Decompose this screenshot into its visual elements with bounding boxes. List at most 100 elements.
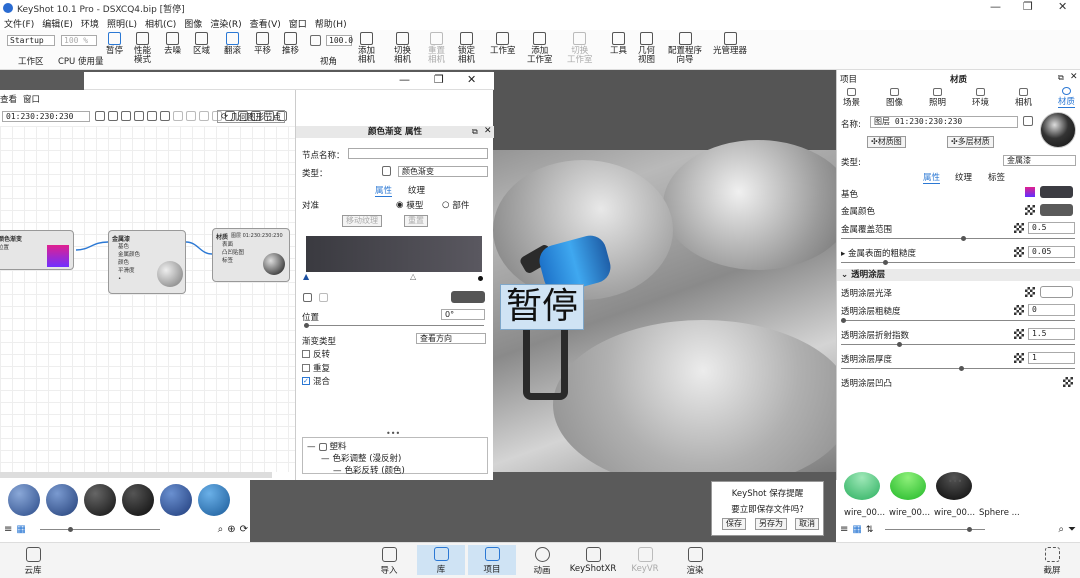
adjust-icon[interactable]	[147, 111, 157, 121]
window-minimize-button[interactable]: —	[399, 73, 410, 86]
material-graph-button[interactable]: ✣材质图	[867, 136, 906, 148]
grid-view-icon[interactable]: ▦	[16, 524, 25, 535]
gradient-stop-left-icon[interactable]: ▲	[303, 272, 309, 281]
base-color-swatch[interactable]	[1040, 186, 1073, 198]
search-icon[interactable]	[108, 111, 118, 121]
zoom-input[interactable]: 100.0	[326, 35, 353, 46]
lock-camera-button[interactable]: 锁定 相机	[458, 32, 475, 65]
delete-stop-icon[interactable]	[319, 293, 328, 305]
wire-thumb[interactable]	[844, 472, 880, 500]
material-node[interactable]: 材质 图层 01:230:230:230 表面 凸凹贴图 标签	[212, 228, 290, 282]
project-button[interactable]: 项目	[468, 545, 516, 575]
window-restore-button[interactable]: ❐	[434, 73, 444, 86]
clearcoat-gloss-swatch[interactable]	[1040, 286, 1073, 298]
multi-layer-material-button[interactable]: ✣多层材质	[947, 136, 994, 148]
clearcoat-thickness-input[interactable]: 1	[1028, 352, 1075, 364]
metal-roughness-input[interactable]: 0.05	[1028, 246, 1075, 258]
menu-lighting[interactable]: 照明(L)	[107, 17, 137, 30]
geometry-node-button[interactable]: ⟳ 几何图形节点	[217, 110, 286, 123]
material-tree[interactable]: — 塑料 — 色彩调整 (漫反射) — 色彩反转 (颜色)	[302, 437, 488, 476]
pause-button[interactable]: 暂停	[106, 32, 123, 56]
region-button[interactable]: 区域	[193, 32, 210, 56]
reset-texture-button[interactable]: 重置	[404, 215, 428, 227]
screenshot-button[interactable]: 截屏	[1034, 547, 1070, 576]
move-texture-button[interactable]: 移动纹理	[342, 215, 382, 227]
tree-item-color-adjust[interactable]: — 色彩调整 (漫反射)	[321, 452, 401, 464]
clearcoat-ior-texture-icon[interactable]	[1014, 329, 1024, 339]
library-material-thumb[interactable]	[46, 484, 78, 516]
library-material-thumb[interactable]	[8, 484, 40, 516]
render-button[interactable]: 渲染	[677, 547, 713, 576]
tree-item-plastic[interactable]: — 塑料	[307, 440, 347, 452]
base-color-texture-icon[interactable]	[1025, 187, 1035, 197]
material-type-select[interactable]: 金属漆	[1003, 155, 1076, 166]
stop-color-swatch[interactable]	[451, 291, 485, 303]
clearcoat-roughness-slider[interactable]	[841, 318, 1075, 323]
save-button[interactable]: 保存	[722, 518, 746, 530]
cpu-select[interactable]: 100 %	[61, 35, 97, 46]
metal-color-texture-icon[interactable]	[1025, 205, 1035, 215]
clearcoat-ior-input[interactable]: 1.5	[1028, 328, 1075, 340]
library-material-thumb[interactable]	[122, 484, 154, 516]
clearcoat-thickness-texture-icon[interactable]	[1014, 353, 1024, 363]
wire-sort-icon[interactable]: ⇅	[866, 525, 874, 535]
menu-edit[interactable]: 编辑(E)	[42, 17, 73, 30]
menu-help[interactable]: 帮助(H)	[315, 17, 347, 30]
wire-filter-icon[interactable]: ⏷	[1068, 524, 1076, 535]
repeat-checkbox[interactable]: 重复	[302, 362, 330, 374]
subtab-scene[interactable]: 场景	[843, 87, 860, 108]
float-panel-icon[interactable]: ⧉	[1058, 73, 1064, 83]
float-icon[interactable]: ⧉	[472, 127, 478, 137]
animation-button[interactable]: 动画	[524, 547, 560, 576]
add-camera-button[interactable]: 添加 相机	[358, 32, 375, 65]
library-button[interactable]: 库	[417, 545, 465, 575]
menu-image[interactable]: 图像	[184, 17, 202, 30]
configurator-wizard-button[interactable]: 配置程序 向导	[668, 32, 702, 65]
wire-list-view-icon[interactable]: ≡	[840, 524, 848, 535]
subtab-lighting[interactable]: 照明	[929, 87, 946, 108]
library-refresh-icon[interactable]: ⟳	[240, 524, 248, 535]
gradient-mid-icon[interactable]: △	[410, 272, 416, 281]
position-slider[interactable]	[304, 323, 484, 328]
library-material-thumb[interactable]	[198, 484, 230, 516]
cancel-button[interactable]: 取消	[795, 518, 819, 530]
gradient-stop-right-icon[interactable]	[478, 276, 483, 281]
rp-tab-texture[interactable]: 纹理	[955, 171, 972, 183]
delete-icon[interactable]	[186, 111, 196, 121]
graph-menu-view[interactable]: 查看	[0, 93, 17, 105]
reset-camera-button[interactable]: 重置 相机	[428, 32, 445, 65]
clearcoat-ior-slider[interactable]	[841, 342, 1075, 347]
keyshotxr-button[interactable]: KeyShotXR	[568, 547, 618, 574]
library-add-icon[interactable]: ⊕	[227, 524, 235, 535]
group-icon[interactable]	[199, 111, 209, 121]
copy-icon[interactable]	[173, 111, 183, 121]
position-input[interactable]: 0°	[441, 309, 485, 320]
menu-camera[interactable]: 相机(C)	[145, 17, 176, 30]
tab-properties[interactable]: 属性	[375, 184, 393, 197]
metal-coverage-input[interactable]: 0.5	[1028, 222, 1075, 234]
menu-window[interactable]: 窗口	[289, 17, 307, 30]
material-name-input[interactable]: 图层 01:230:230:230	[870, 116, 1018, 128]
wire-thumb[interactable]	[890, 472, 926, 500]
add-studio-button[interactable]: 添加 工作室	[527, 32, 553, 65]
studio-button[interactable]: 工作室	[490, 32, 516, 56]
metal-color-swatch[interactable]	[1040, 204, 1073, 216]
dolly-button[interactable]: 推移	[282, 32, 299, 56]
light-manager-button[interactable]: 光管理器	[713, 32, 747, 56]
clearcoat-bump-texture-icon[interactable]	[1063, 377, 1073, 387]
menu-view[interactable]: 查看(V)	[250, 17, 281, 30]
node-canvas[interactable]: 颜色渐变 位置 金属漆 基色 金属颜色 颜色 平滑度 • 材质 图层 01:23…	[0, 126, 295, 478]
gradient-node[interactable]: 颜色渐变 位置	[0, 230, 74, 270]
trash-icon[interactable]	[382, 166, 391, 179]
subtab-material[interactable]: 材质	[1057, 87, 1075, 108]
wire-search-icon[interactable]: ⌕	[1058, 524, 1064, 535]
tab-project[interactable]: 项目	[840, 73, 857, 85]
save-as-button[interactable]: 另存为	[755, 518, 787, 530]
subtab-camera[interactable]: 相机	[1015, 87, 1032, 108]
clearcoat-section-header[interactable]: ⌄ 透明涂层	[837, 269, 1080, 281]
panel-close-icon[interactable]: ✕	[484, 126, 492, 136]
rp-tab-properties[interactable]: 属性	[923, 171, 941, 184]
metal-coverage-slider[interactable]	[841, 236, 1075, 241]
close-button[interactable]: ✕	[1058, 0, 1067, 13]
clearcoat-roughness-texture-icon[interactable]	[1014, 305, 1024, 315]
